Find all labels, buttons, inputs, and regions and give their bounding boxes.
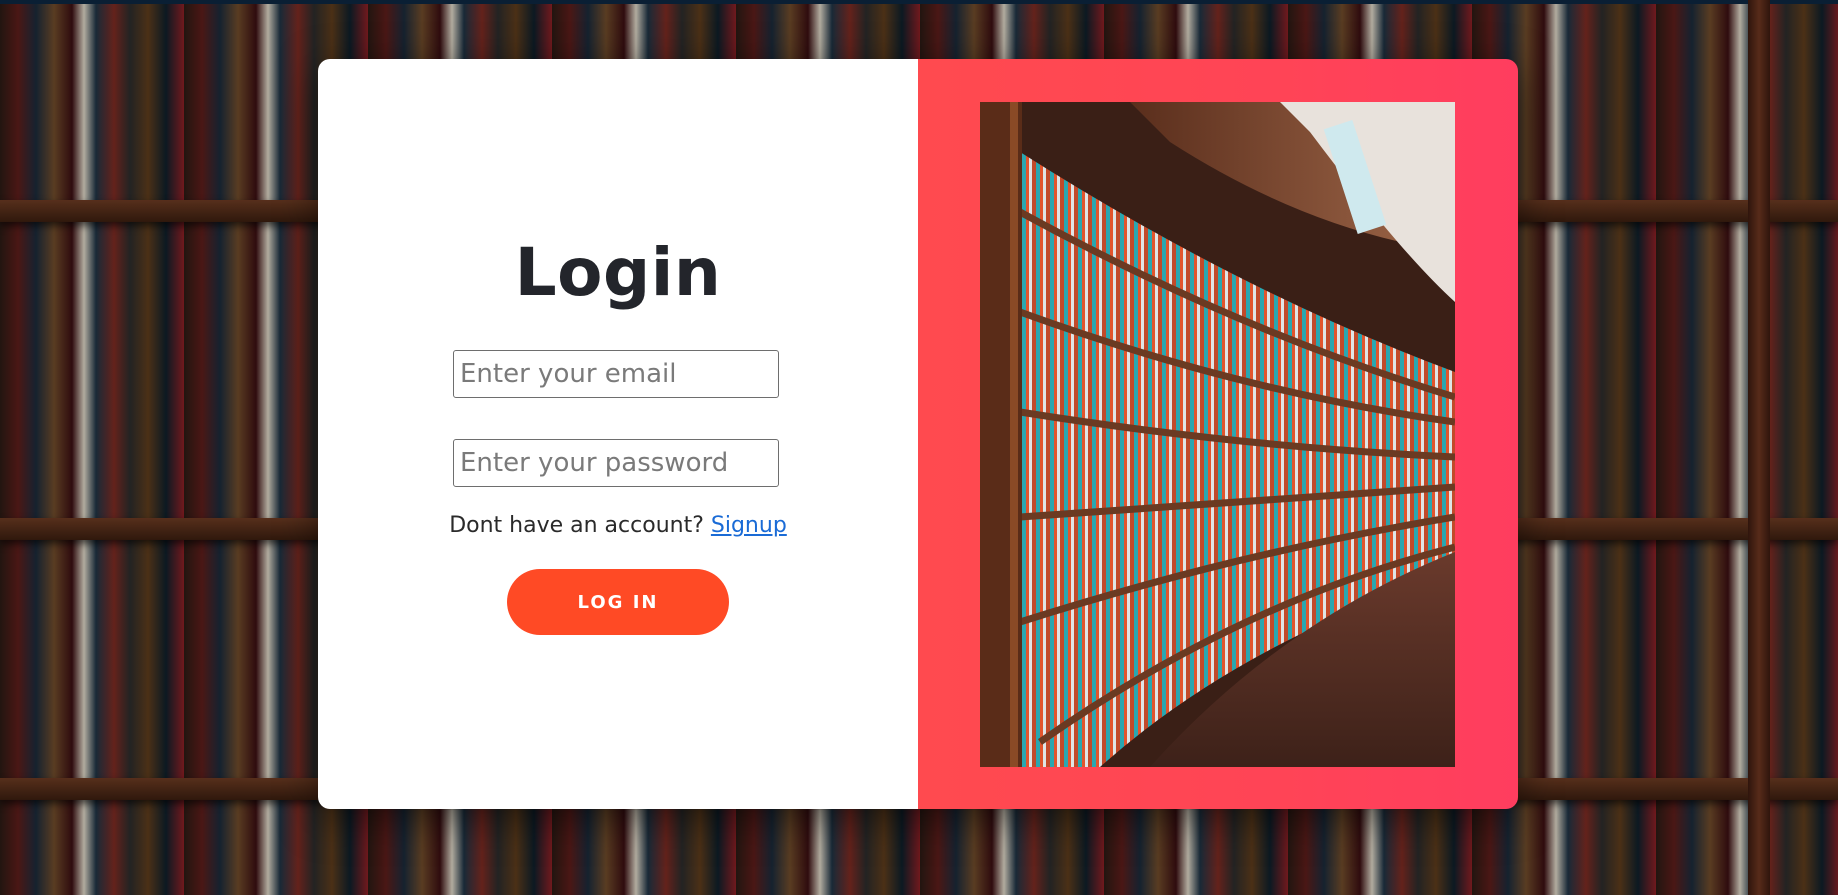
email-field[interactable]	[453, 350, 779, 398]
curved-library-bookshelves-photo	[980, 102, 1455, 767]
password-field[interactable]	[453, 439, 779, 487]
login-button[interactable]: LOG IN	[507, 569, 729, 635]
image-panel	[918, 59, 1518, 809]
signup-prompt-row: Dont have an account? Signup	[318, 513, 918, 538]
signup-prompt-text: Dont have an account?	[449, 513, 704, 538]
page-title: Login	[514, 234, 722, 311]
signup-link[interactable]: Signup	[711, 513, 787, 538]
login-card: Login Dont have an account? Signup LOG I…	[318, 59, 1518, 809]
login-form-panel: Login Dont have an account? Signup LOG I…	[318, 59, 918, 809]
